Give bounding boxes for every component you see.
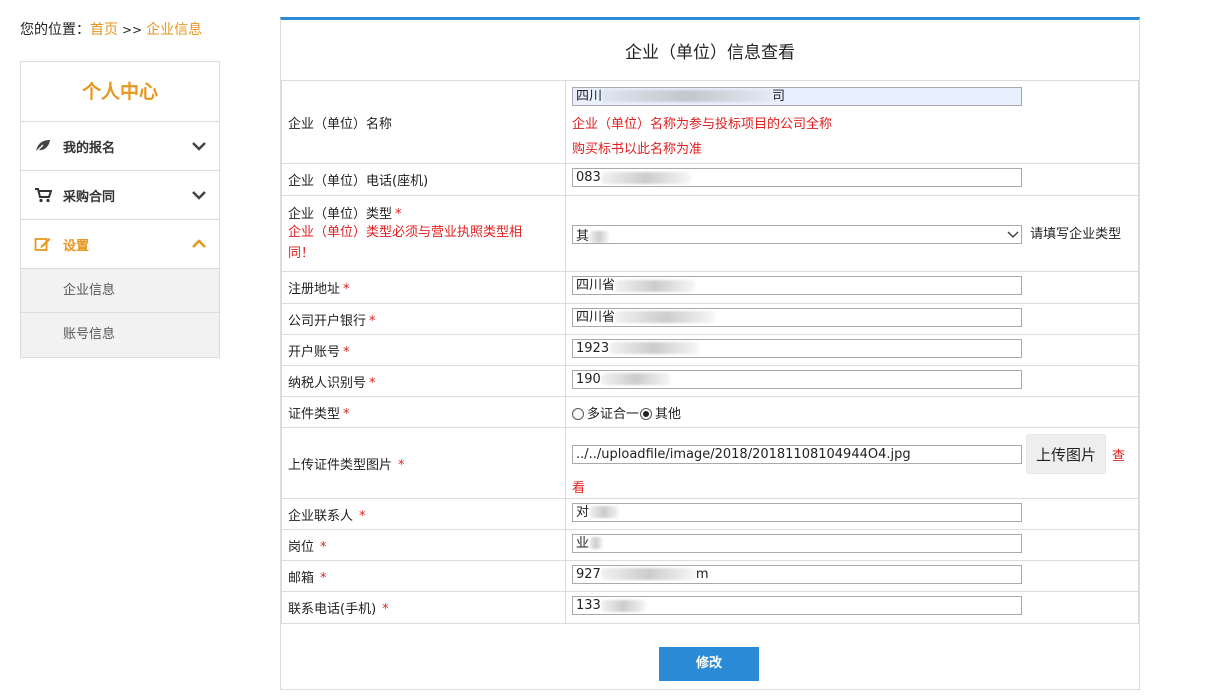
- upload-image-button[interactable]: 上传图片: [1026, 434, 1106, 474]
- bank-input[interactable]: 四川省: [572, 307, 1022, 327]
- radio-label: 其他: [655, 406, 682, 422]
- redacted-text: [589, 506, 620, 518]
- form-row-company-name: 企业（单位）名称 四川司 企业（单位）名称为参与投标项目的公司全称 购买标书以此…: [281, 80, 1139, 164]
- leaf-icon: [33, 136, 53, 156]
- redacted-text: [600, 568, 696, 580]
- required-mark: *: [343, 282, 350, 297]
- form-row-phone: 企业（单位）电话(座机) 083: [281, 163, 1139, 196]
- sidebar-item-label: 我的报名: [63, 140, 116, 156]
- company-info-form: 企业（单位）名称 四川司 企业（单位）名称为参与投标项目的公司全称 购买标书以此…: [281, 80, 1139, 624]
- company-type-select[interactable]: 其: [572, 225, 1022, 244]
- form-label: 上传证件类型图片: [288, 457, 393, 473]
- form-row-position: 岗位 * 业: [281, 529, 1139, 561]
- company-name-input[interactable]: 四川司: [572, 86, 1022, 106]
- form-label: 企业（单位）名称: [281, 80, 566, 164]
- form-label: 岗位: [288, 539, 315, 555]
- form-label: 邮箱: [288, 570, 315, 586]
- required-mark: *: [343, 406, 350, 422]
- sidebar-subitem-company-info[interactable]: 企业信息: [21, 269, 219, 313]
- radio-label: 多证合一: [587, 406, 640, 422]
- required-mark: *: [395, 207, 402, 222]
- required-mark: *: [343, 344, 350, 360]
- radio-other[interactable]: [640, 408, 653, 420]
- form-label: 企业联系人: [288, 508, 354, 524]
- required-mark: *: [398, 457, 405, 473]
- breadcrumb-home-link[interactable]: 首页: [90, 22, 118, 38]
- required-mark: *: [369, 375, 376, 391]
- form-label: 企业（单位）类型: [288, 207, 393, 222]
- sidebar-item-contract[interactable]: 采购合同: [21, 171, 219, 220]
- radio-multi-cert[interactable]: [572, 408, 584, 420]
- required-mark: *: [320, 539, 327, 555]
- edit-icon: [33, 234, 53, 254]
- redacted-text: [589, 537, 604, 549]
- company-name-hint: 企业（单位）名称为参与投标项目的公司全称: [572, 116, 833, 132]
- company-type-hint: 企业（单位）类型必须与营业执照类型相同！: [288, 225, 523, 261]
- sidebar-item-my-registration[interactable]: 我的报名: [21, 122, 219, 171]
- form-row-mobile: 联系电话(手机) * 133: [281, 591, 1139, 624]
- required-mark: *: [320, 570, 327, 586]
- sidebar-item-label: 设置: [63, 238, 90, 254]
- modify-button[interactable]: 修改: [659, 647, 759, 681]
- sidebar-item-settings[interactable]: 设置: [21, 220, 219, 269]
- form-label: 纳税人识别号: [288, 375, 367, 391]
- chevron-down-icon: [1005, 227, 1021, 243]
- cert-image-path-input[interactable]: ../../uploadfile/image/2018/201811081049…: [572, 444, 1022, 464]
- form-row-cert-image: 上传证件类型图片 * ../../uploadfile/image/2018/20…: [281, 427, 1139, 499]
- redacted-text: [609, 342, 700, 354]
- chevron-up-icon: [191, 236, 207, 252]
- address-input[interactable]: 四川省: [572, 276, 1022, 295]
- email-input[interactable]: 927 m: [572, 564, 1022, 584]
- redacted-text: [589, 230, 610, 243]
- redacted-text: [615, 279, 696, 292]
- redacted-text: [615, 311, 716, 323]
- redacted-text: [600, 599, 646, 612]
- breadcrumb-prefix: 您的位置：: [20, 22, 90, 38]
- form-row-taxid: 纳税人识别号 * 190: [281, 365, 1139, 397]
- company-type-note: 请填写企业类型: [1030, 227, 1122, 242]
- breadcrumb: 您的位置：首页 >> 企业信息: [20, 19, 202, 39]
- contact-input[interactable]: 对: [572, 502, 1022, 522]
- form-label: 公司开户银行: [288, 313, 367, 329]
- form-label: 联系电话(手机): [288, 602, 377, 617]
- mobile-input[interactable]: 133: [572, 596, 1022, 615]
- form-label: 注册地址: [288, 282, 341, 297]
- form-row-account: 开户账号 * 1923: [281, 334, 1139, 366]
- required-mark: *: [369, 313, 376, 329]
- form-row-contact: 企业联系人 * 对: [281, 498, 1139, 530]
- required-mark: *: [382, 602, 389, 617]
- chevron-down-icon: [191, 138, 207, 154]
- redacted-text: [602, 90, 773, 102]
- redacted-text: [600, 373, 671, 385]
- view-link-continued[interactable]: 看: [572, 477, 1138, 496]
- required-mark: *: [359, 508, 366, 524]
- sidebar-subitem-account-info[interactable]: 账号信息: [21, 313, 219, 357]
- form-label: 开户账号: [288, 344, 341, 360]
- form-row-cert-type: 证件类型 * 多证合一 其他: [281, 396, 1139, 428]
- view-link[interactable]: 查: [1112, 445, 1125, 464]
- page-title: 企业（单位）信息查看: [625, 43, 795, 63]
- form-row-address: 注册地址 * 四川省: [281, 271, 1139, 304]
- sidebar-item-label: 采购合同: [63, 189, 116, 205]
- sidebar: 个人中心 我的报名 采购合同 设置 企业信息 账号信息: [20, 61, 220, 358]
- company-info-panel: 企业（单位）信息查看 企业（单位）名称 四川司 企业（单位）名称为参与投标项目的…: [280, 17, 1140, 690]
- form-label: 证件类型: [288, 406, 341, 422]
- sidebar-title: 个人中心: [21, 62, 219, 122]
- form-row-bank: 公司开户银行 * 四川省: [281, 303, 1139, 335]
- form-label: 企业（单位）电话(座机): [281, 163, 566, 196]
- breadcrumb-current[interactable]: 企业信息: [146, 22, 202, 38]
- form-row-email: 邮箱 * 927 m: [281, 560, 1139, 592]
- phone-input[interactable]: 083: [572, 168, 1022, 187]
- cart-icon: [33, 185, 53, 205]
- chevron-down-icon: [191, 187, 207, 203]
- taxid-input[interactable]: 190: [572, 369, 1022, 389]
- position-input[interactable]: 业: [572, 533, 1022, 553]
- company-name-hint: 购买标书以此名称为准: [572, 141, 703, 157]
- form-row-company-type: 企业（单位）类型 * 企业（单位）类型必须与营业执照类型相同！ 其 请填写企业类型: [281, 195, 1139, 272]
- account-input[interactable]: 1923: [572, 338, 1022, 358]
- redacted-text: [600, 171, 691, 184]
- breadcrumb-separator: >>: [122, 23, 143, 37]
